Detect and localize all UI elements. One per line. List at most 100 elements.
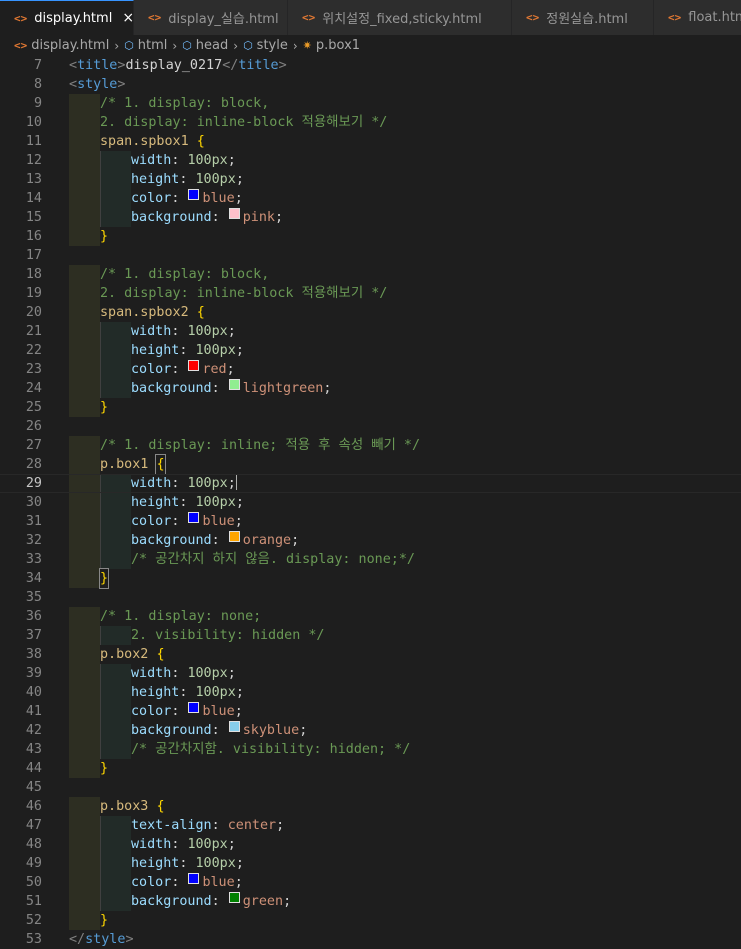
code-line[interactable]: 35: [0, 588, 741, 607]
code-line[interactable]: 15 background: pink;: [0, 208, 741, 227]
code-token: ;: [291, 533, 300, 548]
code-line[interactable]: 51 background: green;: [0, 892, 741, 911]
line-number: 13: [25, 172, 42, 187]
code-token: :: [179, 685, 196, 700]
breadcrumb-item[interactable]: <> display.html: [14, 38, 109, 53]
code-line[interactable]: 34}: [0, 568, 741, 589]
code-token: display_0217: [125, 58, 223, 73]
code-line[interactable]: 22 height: 100px;: [0, 341, 741, 360]
code-token: 2. display: inline-block 적용해보기 */: [100, 286, 388, 301]
tab-1[interactable]: <> display_실습.html: [134, 0, 288, 35]
line-number: 41: [25, 704, 42, 719]
code-line[interactable]: 41 color: blue;: [0, 702, 741, 721]
tab-0[interactable]: <> display.html ×: [0, 0, 134, 35]
line-number: 9: [33, 96, 42, 111]
code-line[interactable]: 29 width: 100px;: [0, 474, 741, 493]
code-line[interactable]: 28 p.box1 {: [0, 454, 741, 475]
code-token: 100px: [187, 476, 228, 491]
html-file-icon: <>: [302, 11, 316, 24]
code-line[interactable]: 25}: [0, 398, 741, 417]
code-content: < style >: [69, 75, 125, 94]
code-line[interactable]: 19 2. display: inline-block 적용해보기 */: [0, 284, 741, 303]
code-token: center: [227, 818, 277, 833]
code-line[interactable]: 23 color: red;: [0, 360, 741, 379]
code-token: width: [131, 324, 172, 339]
indent-guide: [69, 759, 100, 778]
code-line[interactable]: 40 height: 100px;: [0, 683, 741, 702]
breadcrumb-item[interactable]: ✷ p.box1: [303, 38, 360, 53]
indent-guide: [69, 322, 100, 341]
code-line[interactable]: 46 p.box3 {: [0, 797, 741, 816]
code-line[interactable]: 8 < style >: [0, 75, 741, 94]
code-line[interactable]: 47 text-align: center;: [0, 816, 741, 835]
code-content: height: 100px;: [69, 341, 244, 360]
code-line[interactable]: 26: [0, 417, 741, 436]
breadcrumb-item[interactable]: ⬡ style: [243, 38, 288, 53]
code-line[interactable]: 36 /* 1. display: none;: [0, 607, 741, 626]
code-line[interactable]: 16}: [0, 227, 741, 246]
code-token: width: [131, 837, 172, 852]
code-line[interactable]: 24 background: lightgreen;: [0, 379, 741, 398]
code-token: 100px: [187, 324, 228, 339]
code-line[interactable]: 44}: [0, 759, 741, 778]
breadcrumb-item[interactable]: ⬡ html: [124, 38, 167, 53]
code-token: >: [125, 932, 134, 947]
code-line[interactable]: 17: [0, 246, 741, 265]
tab-3[interactable]: <> 정원실습.html: [512, 0, 654, 35]
code-line[interactable]: 53 </style >: [0, 930, 741, 949]
code-editor[interactable]: 7 < title > display_0217 </title >8 < style >9/* …: [0, 56, 741, 949]
code-line[interactable]: 38 p.box2 {: [0, 645, 741, 664]
code-line[interactable]: 27 /* 1. display: inline; 적용 후 속성 빼기 */: [0, 436, 741, 455]
color-swatch: [228, 531, 240, 542]
code-token: height: [131, 495, 180, 510]
gutter: [42, 740, 69, 759]
code-line[interactable]: 20 span.spbox2 {: [0, 303, 741, 322]
code-line[interactable]: 13 height: 100px;: [0, 170, 741, 189]
code-line[interactable]: 30 height: 100px;: [0, 493, 741, 512]
code-line[interactable]: 37 2. visibility: hidden */: [0, 626, 741, 645]
code-line[interactable]: 43 /* 공간차지함. visibility: hidden; */: [0, 740, 741, 759]
code-token: }: [100, 400, 109, 415]
line-number: 7: [33, 58, 42, 73]
code-token: 100px: [195, 495, 236, 510]
code-line[interactable]: 9 /* 1. display: block,: [0, 94, 741, 113]
code-line[interactable]: 52}: [0, 911, 741, 930]
code-line[interactable]: 32 background: orange;: [0, 531, 741, 550]
breadcrumb-item[interactable]: ⬡ head: [182, 38, 228, 53]
code-token: red: [202, 362, 227, 377]
code-line[interactable]: 18 /* 1. display: block,: [0, 265, 741, 284]
code-token: >: [117, 77, 126, 92]
tab-4[interactable]: <> float.html: [654, 0, 741, 35]
code-token: text-align: [131, 818, 212, 833]
code-token: span.spbox1: [100, 134, 197, 149]
code-line[interactable]: 21 width: 100px;: [0, 322, 741, 341]
line-number: 22: [25, 343, 42, 358]
gutter: [42, 588, 69, 607]
code-line[interactable]: 31 color: blue;: [0, 512, 741, 531]
code-line[interactable]: 48 width: 100px;: [0, 835, 741, 854]
line-number: 19: [25, 286, 42, 301]
code-line[interactable]: 50 color: blue;: [0, 873, 741, 892]
code-line[interactable]: 14 color: blue;: [0, 189, 741, 208]
code-line[interactable]: 39 width: 100px;: [0, 664, 741, 683]
code-token: ;: [299, 723, 308, 738]
code-line[interactable]: 7 < title > display_0217 </title >: [0, 56, 741, 75]
code-token: ;: [235, 685, 244, 700]
code-line[interactable]: 42 background: skyblue;: [0, 721, 741, 740]
indent-guide: [69, 797, 100, 816]
code-line[interactable]: 10 2. display: inline-block 적용해보기 */: [0, 113, 741, 132]
tab-2[interactable]: <> 위치설정_fixed,sticky.html: [288, 0, 512, 35]
indent-guide: [100, 550, 131, 569]
code-token: lightgreen: [242, 381, 324, 396]
close-icon[interactable]: ×: [122, 10, 134, 26]
code-line[interactable]: 45: [0, 778, 741, 797]
code-token: color: [131, 704, 172, 719]
code-line[interactable]: 11 span.spbox1 {: [0, 132, 741, 151]
code-line[interactable]: 12 width: 100px;: [0, 151, 741, 170]
code-line[interactable]: 49 height: 100px;: [0, 854, 741, 873]
indent-guide: [100, 873, 131, 892]
code-line[interactable]: 33 /* 공간차지 하지 않음. display: none;*/: [0, 550, 741, 569]
gutter: [42, 265, 69, 284]
code-content: }: [69, 398, 108, 417]
indent-guide: [100, 493, 131, 512]
